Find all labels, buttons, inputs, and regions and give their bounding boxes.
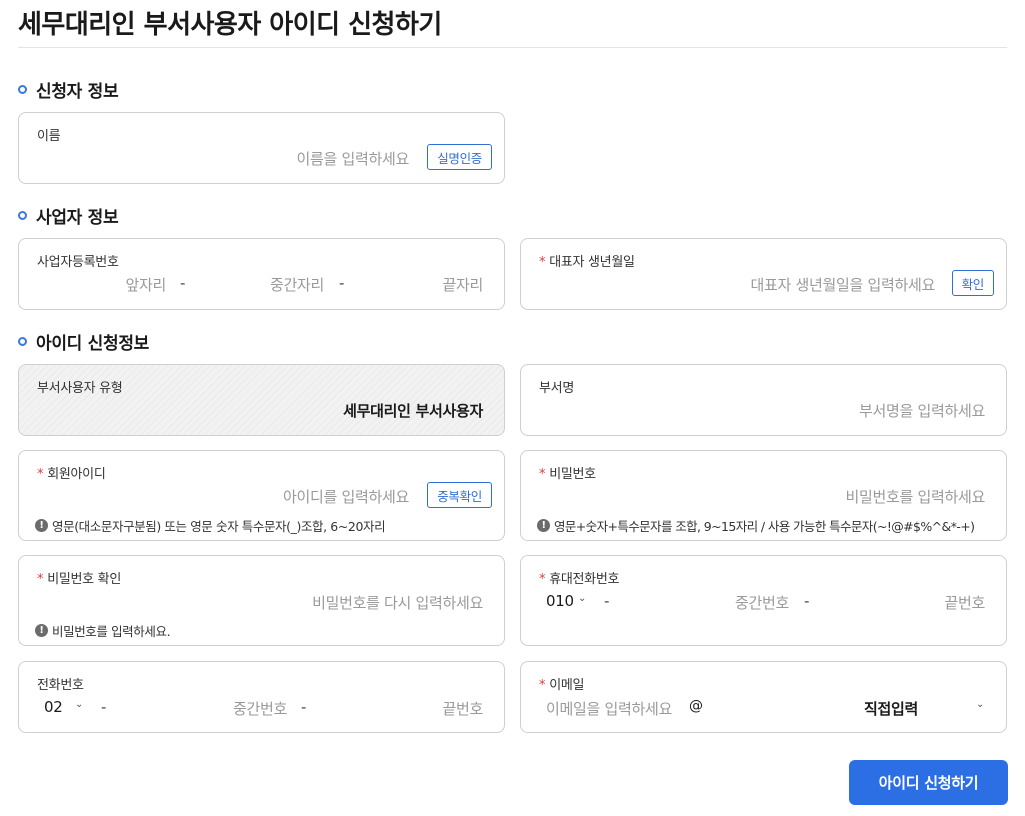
section-title-id-request: 아이디 신청정보 bbox=[18, 330, 149, 354]
phone-last-input[interactable]: 끝번호 bbox=[442, 698, 483, 719]
member-id-hint-text: 영문(대소문자구분됨) 또는 영문 숫자 특수문자(_)조합, 6~20자리 bbox=[52, 519, 386, 534]
password-confirm-hint-text: 비밀번호를 입력하세요. bbox=[52, 624, 171, 639]
email-label-text: 이메일 bbox=[549, 678, 585, 693]
password-confirm-hint: ! 비밀번호를 입력하세요. bbox=[35, 621, 171, 640]
required-mark: * bbox=[539, 467, 546, 482]
user-type-label: 부서사용자 유형 bbox=[37, 381, 123, 396]
dash-separator: - bbox=[604, 592, 610, 610]
password-confirm-label: * 비밀번호 확인 bbox=[37, 568, 121, 587]
section-title-text: 아이디 신청정보 bbox=[36, 333, 149, 354]
reg-no-middle-input[interactable]: 중간자리 bbox=[270, 274, 324, 295]
rep-birth-label: * 대표자 생년월일 bbox=[539, 251, 635, 270]
chevron-down-icon[interactable]: ⌄ bbox=[976, 699, 984, 710]
submit-id-request-button[interactable]: 아이디 신청하기 bbox=[849, 760, 1008, 805]
required-mark: * bbox=[37, 467, 44, 482]
info-icon: ! bbox=[35, 519, 48, 532]
mobile-middle-input[interactable]: 중간번호 bbox=[735, 592, 789, 613]
rep-birth-label-text: 대표자 생년월일 bbox=[549, 255, 635, 270]
mobile-phone-label: * 휴대전화번호 bbox=[539, 568, 619, 587]
password-confirm-input[interactable]: 비밀번호를 다시 입력하세요 bbox=[312, 592, 483, 613]
email-box: * 이메일 이메일을 입력하세요 @ 직접입력 ⌄ bbox=[520, 661, 1007, 733]
bullet-icon bbox=[18, 84, 27, 94]
bullet-icon bbox=[18, 210, 27, 220]
mobile-prefix-select[interactable]: 010 bbox=[546, 592, 574, 610]
section-title-text: 신청자 정보 bbox=[36, 81, 119, 102]
reg-no-last-input[interactable]: 끝자리 bbox=[442, 274, 483, 295]
chevron-down-icon[interactable]: ⌄ bbox=[75, 699, 83, 710]
name-input[interactable]: 이름을 입력하세요 bbox=[297, 148, 410, 169]
email-at-sign: @ bbox=[689, 698, 703, 714]
phone-prefix-select[interactable]: 02 bbox=[44, 698, 63, 716]
password-box: * 비밀번호 비밀번호를 입력하세요 ! 영문+숫자+특수문자를 조합, 9~15… bbox=[520, 450, 1007, 541]
mobile-phone-label-text: 휴대전화번호 bbox=[549, 572, 620, 587]
required-mark: * bbox=[539, 255, 546, 270]
password-confirm-box: * 비밀번호 확인 비밀번호를 다시 입력하세요 ! 비밀번호를 입력하세요. bbox=[18, 555, 505, 646]
real-name-verify-button[interactable]: 실명인증 bbox=[427, 144, 492, 170]
email-domain-select[interactable]: 직접입력 bbox=[864, 698, 918, 719]
mobile-phone-box: * 휴대전화번호 010 ⌄ - 중간번호 - 끝번호 bbox=[520, 555, 1007, 646]
business-reg-no-label: 사업자등록번호 bbox=[37, 255, 119, 270]
member-id-label: * 회원아이디 bbox=[37, 463, 106, 482]
business-reg-no-box: 사업자등록번호 앞자리 - 중간자리 - 끝자리 bbox=[18, 238, 505, 310]
member-id-input[interactable]: 아이디를 입력하세요 bbox=[283, 486, 409, 507]
email-label: * 이메일 bbox=[539, 674, 584, 693]
required-mark: * bbox=[539, 678, 546, 693]
rep-birth-box: * 대표자 생년월일 대표자 생년월일을 입력하세요 확인 bbox=[520, 238, 1007, 310]
page-title: 세무대리인 부서사용자 아이디 신청하기 bbox=[18, 10, 442, 40]
rep-birth-confirm-button[interactable]: 확인 bbox=[951, 270, 994, 296]
reg-no-front-input[interactable]: 앞자리 bbox=[125, 274, 166, 295]
bullet-icon bbox=[18, 336, 27, 346]
info-icon: ! bbox=[35, 624, 48, 637]
mobile-last-input[interactable]: 끝번호 bbox=[944, 592, 985, 613]
section-title-text: 사업자 정보 bbox=[36, 207, 119, 228]
section-title-applicant: 신청자 정보 bbox=[18, 78, 119, 102]
required-mark: * bbox=[37, 572, 44, 587]
password-hint-text: 영문+숫자+특수문자를 조합, 9~15자리 / 사용 가능한 특수문자(~!@… bbox=[554, 519, 975, 534]
chevron-down-icon[interactable]: ⌄ bbox=[578, 593, 586, 604]
password-confirm-label-text: 비밀번호 확인 bbox=[47, 572, 121, 587]
required-mark: * bbox=[539, 572, 546, 587]
dept-name-label: 부서명 bbox=[539, 381, 574, 396]
dept-name-input[interactable]: 부서명을 입력하세요 bbox=[859, 400, 985, 421]
dash-separator: - bbox=[180, 274, 186, 292]
section-title-business: 사업자 정보 bbox=[18, 204, 119, 228]
user-type-value: 세무대리인 부서사용자 bbox=[343, 402, 483, 420]
dash-separator: - bbox=[804, 592, 810, 610]
member-id-box: * 회원아이디 아이디를 입력하세요 중복확인 ! 영문(대소문자구분됨) 또는 … bbox=[18, 450, 505, 541]
dash-separator: - bbox=[301, 698, 307, 716]
member-id-hint: ! 영문(대소문자구분됨) 또는 영문 숫자 특수문자(_)조합, 6~20자리 bbox=[35, 516, 386, 535]
member-id-label-text: 회원아이디 bbox=[47, 467, 106, 482]
info-icon: ! bbox=[537, 519, 550, 532]
name-field-box: 이름 이름을 입력하세요 실명인증 bbox=[18, 112, 505, 184]
name-label: 이름 bbox=[37, 129, 61, 144]
duplicate-check-button[interactable]: 중복확인 bbox=[427, 482, 492, 508]
phone-middle-input[interactable]: 중간번호 bbox=[233, 698, 287, 719]
dash-separator: - bbox=[339, 274, 345, 292]
dash-separator: - bbox=[101, 698, 107, 716]
password-hint: ! 영문+숫자+특수문자를 조합, 9~15자리 / 사용 가능한 특수문자(~… bbox=[537, 516, 975, 535]
password-input[interactable]: 비밀번호를 입력하세요 bbox=[846, 486, 986, 507]
rep-birth-input[interactable]: 대표자 생년월일을 입력하세요 bbox=[751, 274, 936, 295]
password-label: * 비밀번호 bbox=[539, 463, 596, 482]
title-divider bbox=[18, 47, 1007, 48]
email-id-input[interactable]: 이메일을 입력하세요 bbox=[546, 698, 672, 719]
dept-name-box: 부서명 부서명을 입력하세요 bbox=[520, 364, 1007, 436]
user-type-box: 부서사용자 유형 세무대리인 부서사용자 bbox=[18, 364, 505, 436]
password-label-text: 비밀번호 bbox=[549, 467, 596, 482]
phone-box: 전화번호 02 ⌄ - 중간번호 - 끝번호 bbox=[18, 661, 505, 733]
phone-label: 전화번호 bbox=[37, 678, 84, 693]
